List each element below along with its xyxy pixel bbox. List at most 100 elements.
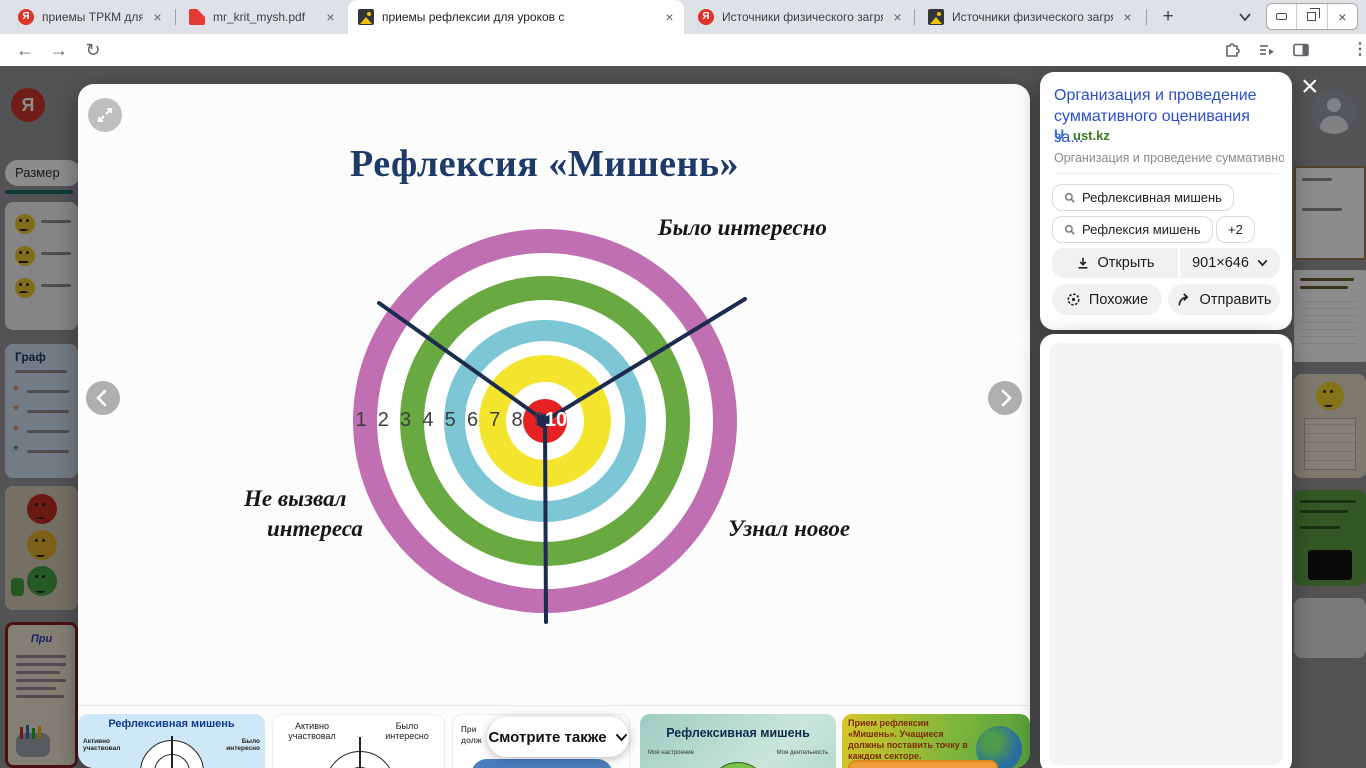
chevron-down-icon [1257, 260, 1268, 267]
chevron-left-icon [96, 389, 107, 407]
minimize-icon [1276, 13, 1288, 20]
forward-button[interactable]: → [46, 38, 72, 64]
site-favicon: U [1054, 126, 1065, 142]
tab-divider [914, 9, 915, 25]
pdf-favicon [189, 9, 205, 25]
pencils-image [16, 725, 50, 757]
search-icon [1064, 192, 1075, 203]
tab-4[interactable]: Я Источники физического загрязн × [688, 0, 912, 34]
tab-close-icon[interactable]: × [661, 9, 678, 26]
thumbnail-4[interactable]: Рефлексивная мишень Моё настроение Моя д… [640, 714, 836, 768]
image-favicon [358, 9, 374, 25]
window-close-button[interactable]: × [1326, 4, 1357, 29]
chevron-right-icon [1001, 389, 1012, 407]
bg-card-right-3 [1294, 374, 1366, 478]
tab-title: Источники физического загрязн [722, 10, 883, 24]
related-chip-2[interactable]: Рефлексия мишень [1052, 216, 1213, 243]
yandex-favicon: Я [18, 9, 34, 25]
tab-divider [175, 9, 176, 25]
more-chip-label: +2 [1228, 222, 1243, 237]
bg-card-reception: При [5, 622, 78, 768]
tab-title: Источники физического загрязн [952, 10, 1113, 24]
tab-title: приемы рефлексии для уроков с [382, 10, 565, 24]
new-tab-button[interactable]: + [1156, 5, 1180, 29]
related-chip-1[interactable]: Рефлексивная мишень [1052, 184, 1234, 211]
thumbnail-1[interactable]: Рефлексивная мишень Активно участвовал Б… [78, 714, 265, 768]
window-close-icon: × [1338, 8, 1347, 25]
resolution-button[interactable]: 901×646 [1180, 248, 1280, 278]
tab-3-active[interactable]: приемы рефлексии для уроков с × [348, 0, 684, 34]
related-chip-label: Рефлексия мишень [1082, 222, 1201, 237]
bg-card-right-1 [1294, 166, 1366, 260]
prev-image-button[interactable] [86, 381, 120, 415]
bg-card-right-2 [1294, 270, 1366, 362]
thumb-up [11, 578, 24, 596]
chevron-down-icon [615, 733, 627, 741]
thumbnail-2[interactable]: Активно участвовал Было интересно [272, 714, 445, 768]
mini-target [708, 762, 768, 768]
divider [1054, 173, 1278, 174]
send-icon [1178, 293, 1188, 306]
back-button[interactable]: ← [12, 38, 38, 64]
reload-button[interactable]: ↻ [80, 38, 106, 64]
menu-dots-icon[interactable]: ⋮ [1352, 39, 1366, 59]
image-favicon [928, 9, 944, 25]
image-viewer-panel: Рефлексия «Мишень» Было интересно Узнал … [78, 84, 1030, 768]
label-left-line1: Не вызвал [244, 486, 347, 511]
send-button-label: Отправить [1199, 291, 1272, 308]
figure-title: Рефлексия «Мишень» [350, 143, 740, 185]
tab-2[interactable]: mr_krit_mysh.pdf × [179, 0, 345, 34]
image-description: Организация и проведение суммативного о.… [1054, 151, 1284, 165]
tab-close-icon[interactable]: × [1119, 9, 1136, 26]
tab-5[interactable]: Источники физического загрязн × [918, 0, 1142, 34]
bg-card-smileys [5, 202, 78, 330]
ring-number-center: 10 [544, 409, 568, 431]
tab-search-chevron-icon[interactable] [1238, 10, 1252, 28]
browser-window: Я приемы ТРКМ для уроков физик × mr_krit… [0, 0, 1366, 768]
download-icon [1078, 257, 1087, 269]
next-image-button[interactable] [988, 381, 1022, 415]
browser-toolbar: ← → ↻ yandex.kz/images/search?from=tabba… [0, 34, 1366, 97]
minimize-button[interactable] [1267, 4, 1296, 29]
related-chip-label: Рефлексивная мишень [1082, 190, 1222, 205]
restore-button[interactable] [1296, 4, 1326, 29]
resolution-label: 901×646 [1192, 255, 1249, 271]
similar-button[interactable]: Похожие [1052, 284, 1162, 315]
image-info-card: Организация и проведение суммативного оц… [1040, 72, 1292, 330]
tab-title: приемы ТРКМ для уроков физик [42, 10, 143, 24]
orange-box [848, 760, 998, 768]
open-button[interactable]: Открыть [1052, 248, 1178, 278]
expand-button[interactable] [88, 98, 122, 132]
extensions-puzzle-icon[interactable] [1224, 41, 1242, 64]
tab-close-icon[interactable]: × [889, 9, 906, 26]
tab-close-icon[interactable]: × [322, 9, 339, 26]
thumbnail-5[interactable]: Прием рефлексии «Мишень». Учащиеся должн… [842, 714, 1030, 768]
similar-button-label: Похожие [1088, 291, 1149, 308]
thumbnail-strip-divider [78, 705, 1030, 706]
restore-icon [1307, 8, 1321, 21]
open-resolution-group: Открыть 901×646 [1052, 248, 1280, 278]
page-content: Я Размер Граф * * * * При × Рефлексия «М… [0, 66, 1366, 768]
expand-icon [98, 108, 112, 122]
see-also-label: Смотрите также [488, 728, 607, 746]
tab-close-icon[interactable]: × [149, 9, 166, 26]
window-controls: × [1266, 3, 1358, 30]
bg-card-graph: Граф * * * * [5, 344, 78, 478]
media-controls-icon[interactable] [1258, 41, 1276, 64]
close-viewer-button[interactable]: × [1301, 72, 1319, 102]
see-also-button[interactable]: Смотрите также [487, 717, 629, 757]
yandex-logo: Я [11, 88, 45, 122]
tab-1[interactable]: Я приемы ТРКМ для уроков физик × [8, 0, 172, 34]
filter-underline [5, 190, 73, 194]
related-images-card [1040, 334, 1292, 768]
side-panel-icon[interactable] [1292, 41, 1310, 64]
thumbnail-blue-button [471, 759, 613, 768]
more-related-chip[interactable]: +2 [1216, 216, 1255, 243]
background-user-avatar [1312, 90, 1356, 134]
similar-icon [1067, 293, 1080, 306]
bg-card-right-4 [1294, 490, 1366, 586]
send-button[interactable]: Отправить [1168, 284, 1280, 315]
bg-card-traffic-smileys [5, 486, 78, 610]
yandex-favicon: Я [698, 9, 714, 25]
site-name-link[interactable]: ust.kz [1073, 128, 1110, 143]
